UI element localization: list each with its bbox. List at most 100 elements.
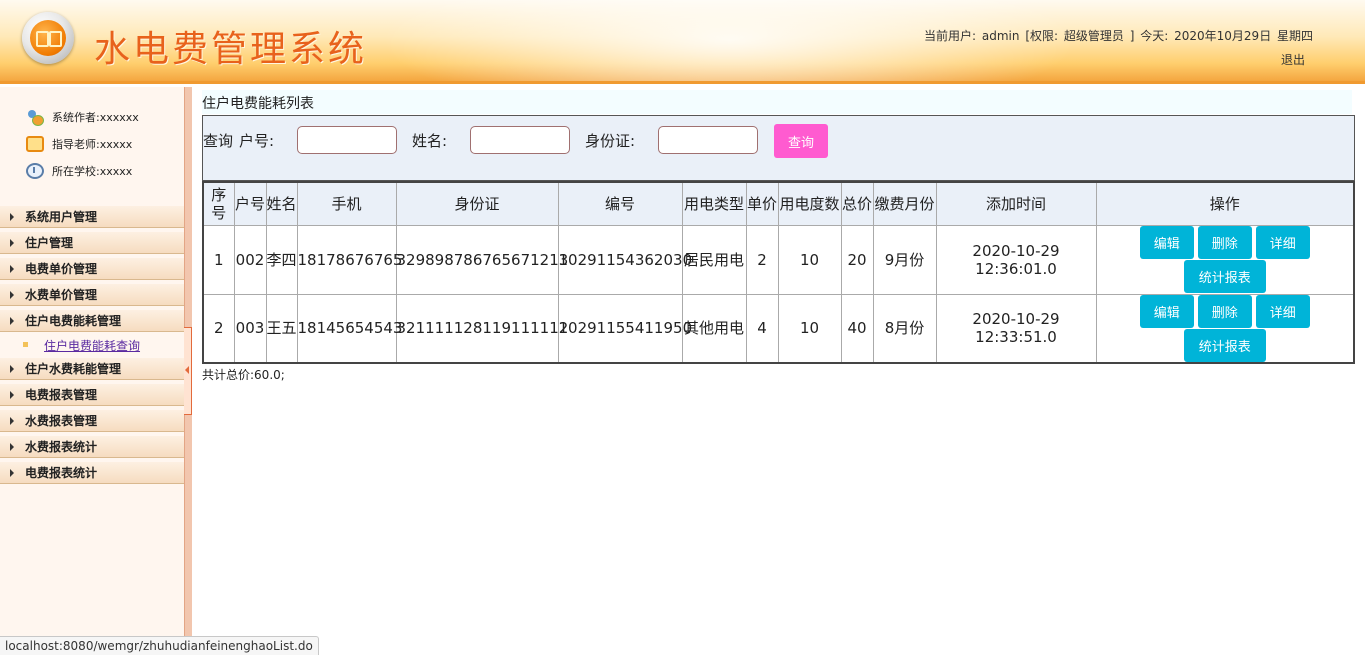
chevron-down-icon xyxy=(10,317,14,325)
sidebar: 系统作者: xxxxxx 指导老师: xxxxx 所在学校: xxxxx 系统用… xyxy=(0,87,184,655)
submenu-electric-consumption-query[interactable]: 住户电费能耗查询 xyxy=(0,333,184,357)
menu-label: 水费报表统计 xyxy=(25,440,98,454)
table-cell: 003 xyxy=(233,293,267,364)
household-input[interactable] xyxy=(297,126,397,154)
teacher-icon xyxy=(26,136,44,152)
name-input[interactable] xyxy=(470,126,570,154)
chevron-right-icon xyxy=(10,391,14,399)
user-info: 当前用户: admin [权限: 超级管理员 ] 今天: 2020年10月29日… xyxy=(924,27,1315,44)
table-cell: 10291155411950 xyxy=(557,293,692,364)
col-header: 序号 xyxy=(202,181,235,226)
menu-label: 电费报表管理 xyxy=(25,388,98,402)
col-header: 总价 xyxy=(840,181,874,226)
action-buttons: 编辑 删除 详细 统计报表 xyxy=(1135,226,1315,293)
menu-electric-statistics[interactable]: 电费报表统计 xyxy=(0,462,184,484)
chevron-right-icon xyxy=(10,417,14,425)
actions-cell: 编辑 删除 详细 统计报表 xyxy=(1095,224,1355,295)
table-cell: 329898786765671213 xyxy=(395,224,568,295)
col-header: 身份证 xyxy=(395,181,559,226)
info-teacher-label: 指导老师: xyxy=(52,138,100,151)
detail-button[interactable]: 详细 xyxy=(1255,294,1310,328)
table-cell: 10 xyxy=(777,293,842,364)
menu-label: 电费单价管理 xyxy=(25,262,98,276)
chevron-right-icon xyxy=(10,265,14,273)
menu-electric-report[interactable]: 电费报表管理 xyxy=(0,384,184,406)
info-author-value: xxxxxx xyxy=(99,110,139,124)
menu-label: 电费报表统计 xyxy=(25,466,98,480)
author-icon xyxy=(26,109,44,126)
search-button[interactable]: 查询 xyxy=(774,124,828,158)
menu-electric-price[interactable]: 电费单价管理 xyxy=(0,258,184,280)
table-cell: 居民用电 xyxy=(681,224,747,295)
id-label: 身份证: xyxy=(585,132,636,150)
chevron-right-icon xyxy=(10,291,14,299)
menu-water-price[interactable]: 水费单价管理 xyxy=(0,284,184,306)
browser-status-bar: localhost:8080/wemgr/zhuhudianfeinenghao… xyxy=(0,636,319,655)
col-header: 单价 xyxy=(745,181,779,226)
table-cell: 9月份 xyxy=(872,224,937,295)
menu-label: 水费单价管理 xyxy=(25,288,98,302)
col-header: 户号 xyxy=(233,181,267,226)
menu-water-statistics[interactable]: 水费报表统计 xyxy=(0,436,184,458)
info-school-label: 所在学校: xyxy=(52,165,100,178)
delete-button[interactable]: 删除 xyxy=(1197,226,1252,259)
col-header: 缴费月份 xyxy=(872,181,937,226)
bullet-icon xyxy=(23,342,28,347)
edit-button[interactable]: 编辑 xyxy=(1139,294,1194,328)
chevron-right-icon xyxy=(10,443,14,451)
chevron-right-icon xyxy=(10,239,14,247)
col-header: 编号 xyxy=(557,181,683,226)
delete-button[interactable]: 删除 xyxy=(1197,294,1252,328)
col-header: 用电度数 xyxy=(777,181,842,226)
query-label: 查询 xyxy=(203,132,234,150)
table-cell: 321111128119111112 xyxy=(395,293,568,364)
table-cell: 2 xyxy=(202,293,235,364)
table-cell: 18145654543 xyxy=(296,293,402,364)
table-cell: 1 xyxy=(202,224,235,295)
col-header: 手机 xyxy=(296,181,397,226)
today-weekday: 星期四 xyxy=(1277,29,1314,43)
menu-water-report[interactable]: 水费报表管理 xyxy=(0,410,184,432)
table-cell: 002 xyxy=(233,224,267,295)
site-title: 水电费管理系统 xyxy=(94,29,368,70)
school-icon xyxy=(26,163,44,179)
table-cell: 40 xyxy=(840,293,874,364)
report-button[interactable]: 统计报表 xyxy=(1183,328,1266,362)
report-button[interactable]: 统计报表 xyxy=(1183,260,1266,293)
menu-label: 住户水费耗能管理 xyxy=(25,362,122,376)
table-cell: 10291154362030 xyxy=(557,224,692,295)
page-title: 住户电费能耗列表 xyxy=(202,90,1352,114)
detail-button[interactable]: 详细 xyxy=(1255,226,1310,259)
col-header: 姓名 xyxy=(265,181,298,226)
table-cell: 18178676765 xyxy=(296,224,402,295)
table-cell: 20 xyxy=(840,224,874,295)
info-teacher: 指导老师: xxxxx xyxy=(26,135,132,153)
logo-inner xyxy=(30,20,66,56)
info-teacher-value: xxxxx xyxy=(99,137,133,151)
role-value: 超级管理员 xyxy=(1063,29,1124,43)
table-cell: 10 xyxy=(777,224,842,295)
chevron-right-icon xyxy=(10,365,14,373)
col-header: 添加时间 xyxy=(935,181,1097,226)
col-header: 用电类型 xyxy=(681,181,747,226)
table-cell: 其他用电 xyxy=(681,293,747,364)
name-label: 姓名: xyxy=(412,132,448,150)
logout-link[interactable]: 退出 xyxy=(1281,51,1305,68)
table-cell: 2020-10-29 12:36:01.0 xyxy=(935,224,1097,295)
menu-households[interactable]: 住户管理 xyxy=(0,232,184,254)
menu-water-consumption[interactable]: 住户水费耗能管理 xyxy=(0,358,184,380)
consumption-table: 序号 户号 姓名 手机 身份证 编号 用电类型 单价 用电度数 总价 缴费月份 … xyxy=(202,181,1355,364)
table-cell: 4 xyxy=(745,293,779,364)
edit-button[interactable]: 编辑 xyxy=(1139,226,1194,259)
menu-electric-consumption[interactable]: 住户电费能耗管理 xyxy=(0,310,184,332)
app-header: 水电费管理系统 当前用户: admin [权限: 超级管理员 ] 今天: 202… xyxy=(0,0,1365,84)
info-school-value: xxxxx xyxy=(99,164,133,178)
menu-system-users[interactable]: 系统用户管理 xyxy=(0,206,184,228)
table-cell: 2020-10-29 12:33:51.0 xyxy=(935,293,1097,364)
table-cell: 8月份 xyxy=(872,293,937,364)
table-cell: 李四 xyxy=(265,224,298,295)
table-cell: 2 xyxy=(745,224,779,295)
id-card-input[interactable] xyxy=(658,126,758,154)
sidebar-collapse-handle[interactable] xyxy=(184,327,192,415)
action-buttons: 编辑 删除 详细 统计报表 xyxy=(1135,294,1315,362)
